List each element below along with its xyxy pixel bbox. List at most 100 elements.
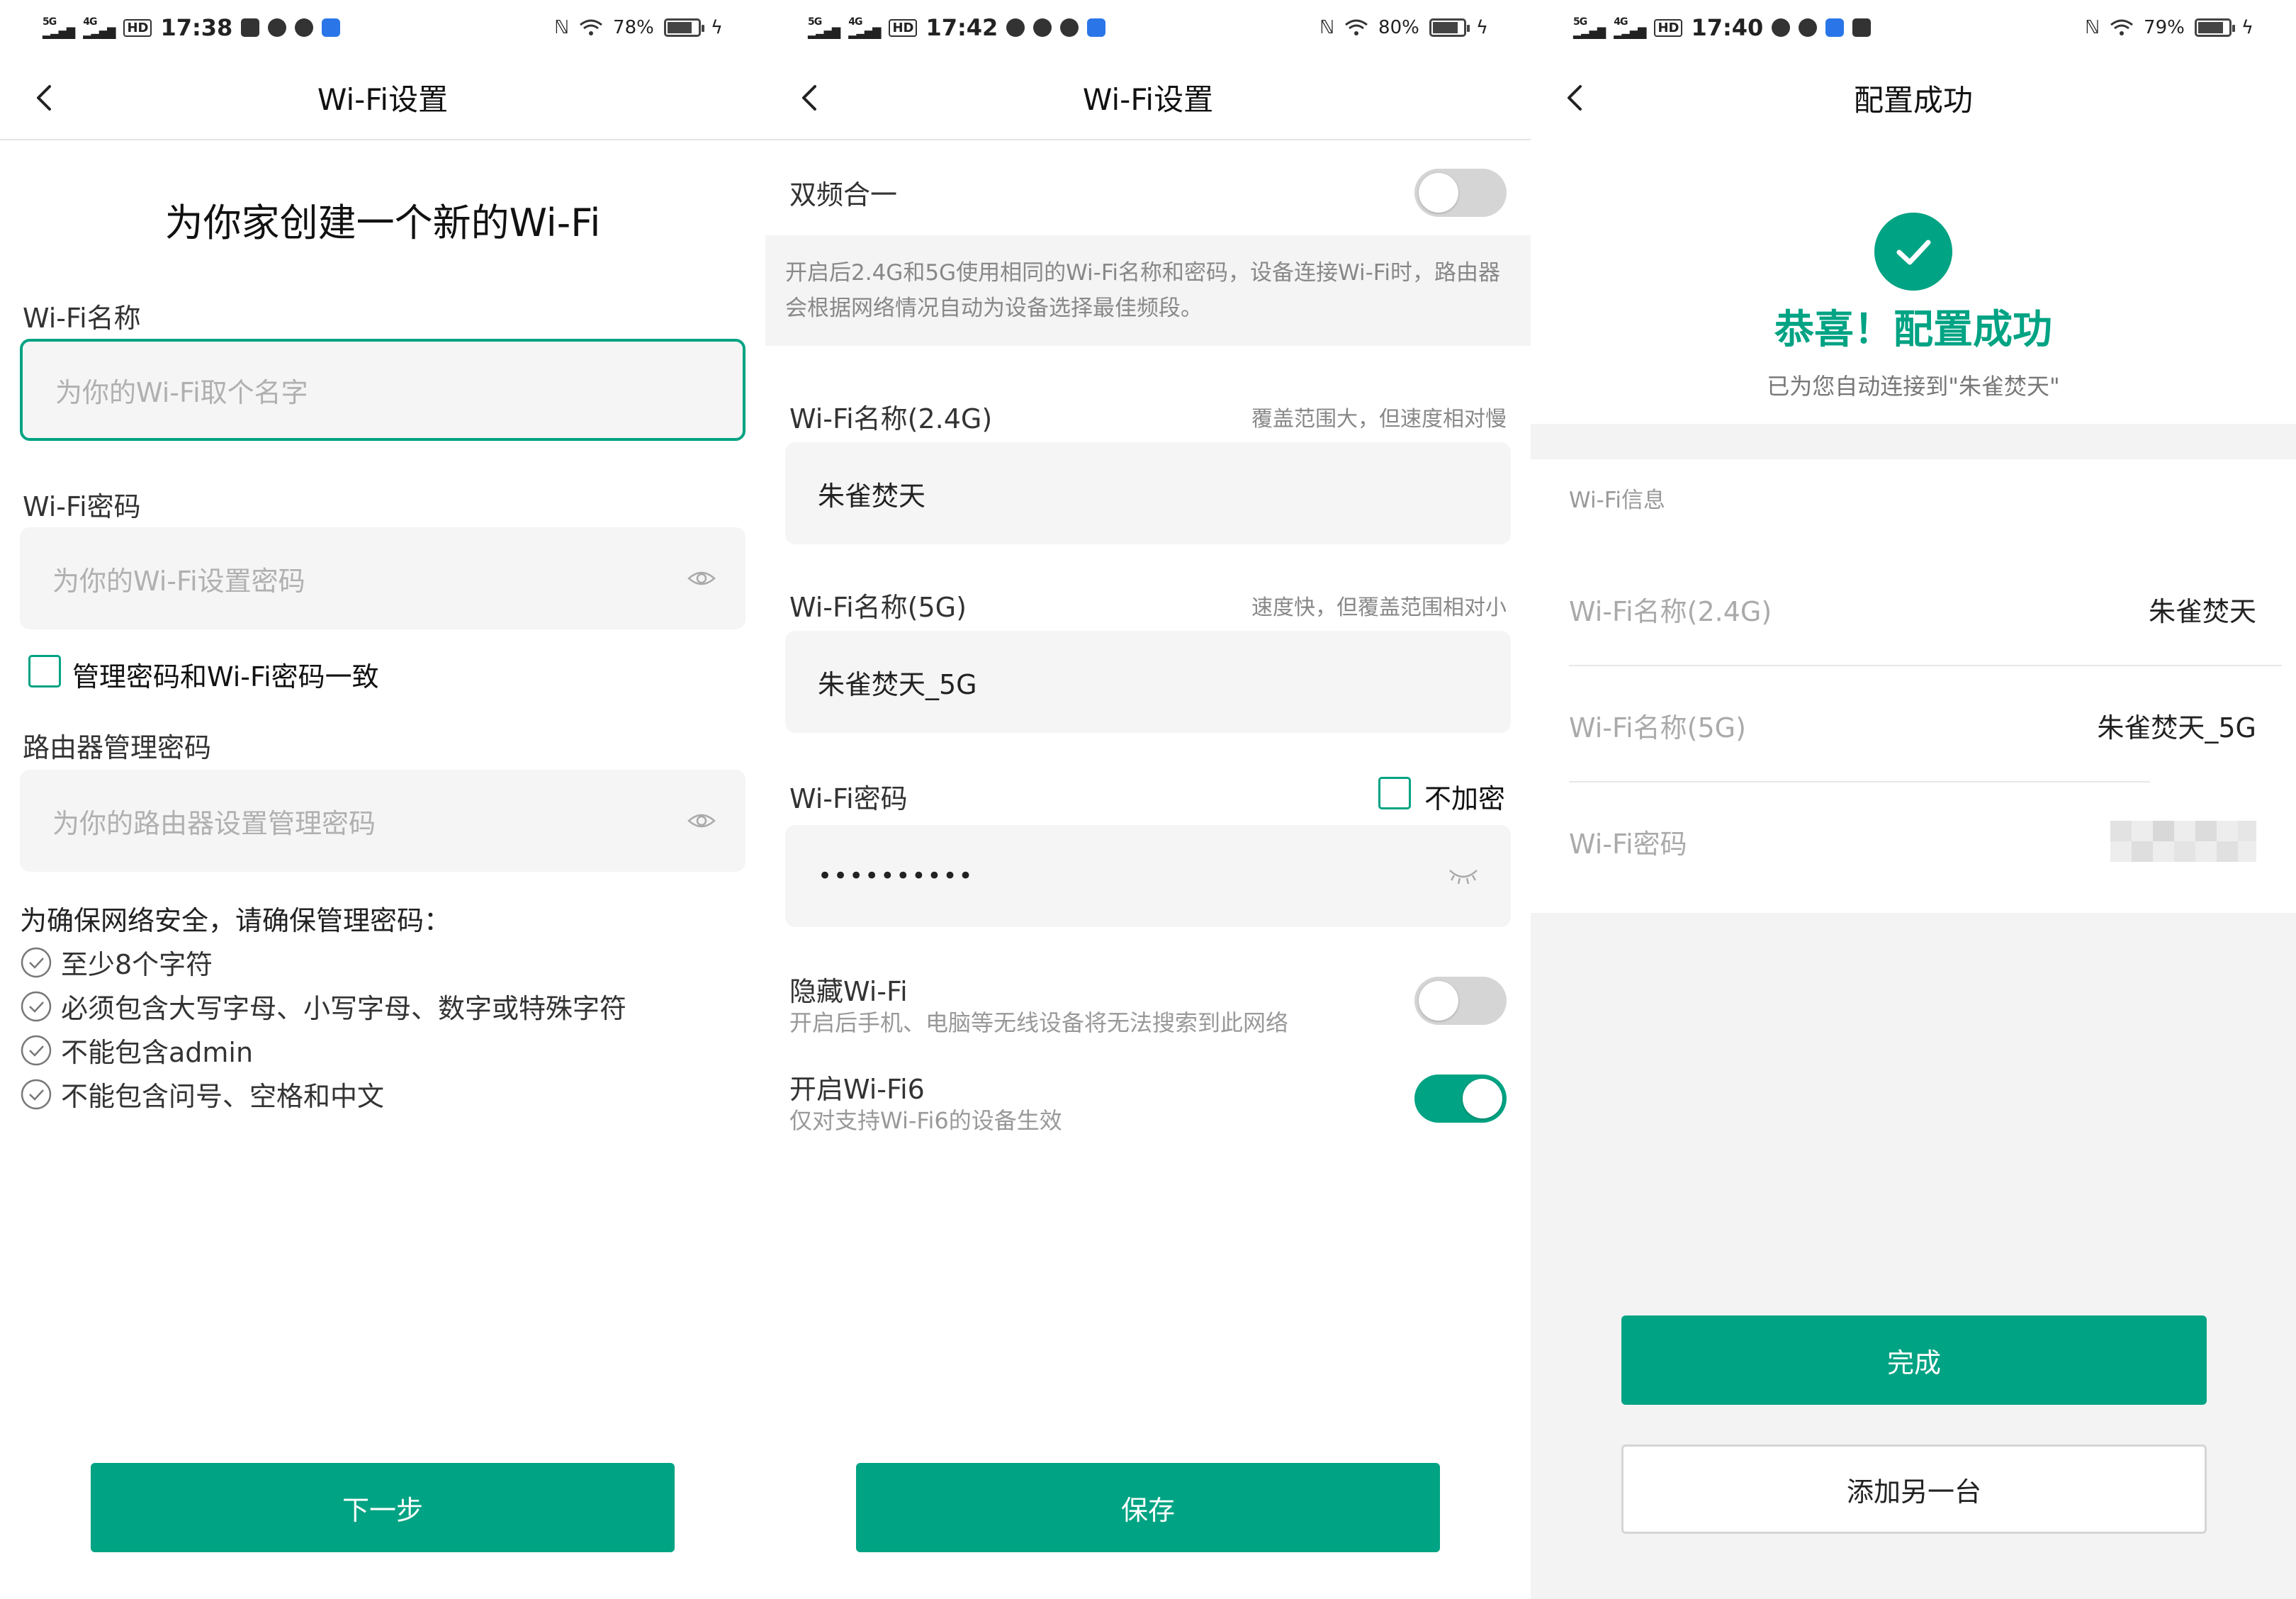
save-button[interactable]: 保存 bbox=[856, 1463, 1440, 1552]
status-bar: 5G ▂▃▅▇ 4G ▂▃▅▇ HD 17:40 ℕ 79% ϟ bbox=[1531, 0, 2296, 55]
wifi6-desc: 仅对支持Wi-Fi6的设备生效 bbox=[789, 1107, 1062, 1134]
back-arrow-icon[interactable] bbox=[791, 78, 831, 118]
signal-4g-icon: 4G ▂▃▅▇ bbox=[1614, 16, 1646, 39]
battery-icon bbox=[663, 18, 704, 37]
battery-percent: 79% bbox=[2144, 17, 2185, 38]
signal-5g-icon: 5G ▂▃▅▇ bbox=[43, 16, 75, 39]
battery-icon bbox=[2194, 18, 2235, 37]
wifi-24-input[interactable]: 朱雀焚天 bbox=[785, 442, 1511, 544]
rule-text: 不能包含admin bbox=[61, 1037, 254, 1068]
nav-bar: Wi-Fi设置 bbox=[0, 55, 765, 140]
eye-closed-icon[interactable] bbox=[1447, 866, 1480, 886]
nav-bar: Wi-Fi设置 bbox=[765, 55, 1531, 140]
check-circle-icon bbox=[21, 1079, 52, 1109]
hd-icon: HD bbox=[123, 18, 152, 37]
rule-text: 不能包含问号、空格和中文 bbox=[61, 1081, 385, 1112]
rule-item: 必须包含大写字母、小写字母、数字或特殊字符 bbox=[20, 987, 626, 1026]
eye-icon[interactable] bbox=[686, 563, 717, 594]
wifi-password-label: Wi-Fi密码 bbox=[789, 783, 908, 814]
success-subtitle: 已为您自动连接到"朱雀焚天" bbox=[1767, 373, 2060, 400]
dual-band-label: 双频合一 bbox=[789, 179, 898, 211]
status-bar: 5G ▂▃▅▇ 4G ▂▃▅▇ HD 17:38 ℕ 78% ϟ bbox=[0, 0, 765, 55]
battery-percent: 78% bbox=[613, 17, 654, 38]
wechat-icon bbox=[1006, 18, 1025, 37]
add-another-button[interactable]: 添加另一台 bbox=[1621, 1444, 2207, 1534]
back-arrow-icon[interactable] bbox=[26, 78, 65, 118]
page-title: Wi-Fi设置 bbox=[1082, 82, 1214, 117]
info-key: Wi-Fi名称(2.4G) bbox=[1569, 596, 1772, 627]
page-title: Wi-Fi设置 bbox=[317, 82, 449, 117]
toggle-knob bbox=[1419, 981, 1458, 1021]
info-key: Wi-Fi密码 bbox=[1569, 829, 1687, 860]
no-encrypt-label: 不加密 bbox=[1424, 783, 1506, 814]
nav-bar: 配置成功 bbox=[1531, 55, 2296, 140]
rule-text: 必须包含大写字母、小写字母、数字或特殊字符 bbox=[61, 993, 627, 1024]
divider bbox=[1569, 781, 2150, 782]
wifi-5-hint: 速度快，但覆盖范围相对小 bbox=[1251, 595, 1507, 620]
rule-text: 至少8个字符 bbox=[61, 949, 213, 980]
page-title: 配置成功 bbox=[1853, 82, 1973, 118]
screen-config-success: 5G ▂▃▅▇ 4G ▂▃▅▇ HD 17:40 ℕ 79% ϟ 配置成功 恭喜… bbox=[1531, 0, 2296, 1599]
wifi-password-input[interactable]: 为你的Wi-Fi设置密码 bbox=[20, 527, 745, 629]
wifi-name-placeholder: 为你的Wi-Fi取个名字 bbox=[55, 376, 308, 408]
app-icon bbox=[1825, 18, 1845, 37]
eye-icon[interactable] bbox=[686, 805, 717, 836]
admin-password-input[interactable]: 为你的路由器设置管理密码 bbox=[20, 770, 745, 872]
wifi-24-value: 朱雀焚天 bbox=[818, 480, 926, 512]
same-password-checkbox[interactable] bbox=[28, 655, 61, 688]
wifi-name-label: Wi-Fi名称 bbox=[23, 303, 141, 334]
wifi-24-hint: 覆盖范围大，但速度相对慢 bbox=[1251, 407, 1507, 432]
same-password-label: 管理密码和Wi-Fi密码一致 bbox=[72, 661, 379, 692]
info-value: 朱雀焚天 bbox=[2148, 596, 2256, 627]
message-icon bbox=[1772, 18, 1791, 37]
wifi-5-input[interactable]: 朱雀焚天_5G bbox=[785, 631, 1511, 733]
wifi6-label: 开启Wi-Fi6 bbox=[789, 1074, 925, 1105]
signal-5g-icon: 5G ▂▃▅▇ bbox=[808, 16, 840, 39]
wifi-password-input[interactable]: •••••••••• bbox=[785, 825, 1511, 927]
screen-wifi-settings: 5G ▂▃▅▇ 4G ▂▃▅▇ HD 17:42 ℕ 80% ϟ Wi-Fi设置 双… bbox=[765, 0, 1531, 1599]
wifi-icon bbox=[2110, 19, 2133, 35]
toggle-knob bbox=[1419, 173, 1458, 213]
check-circle-icon bbox=[21, 991, 52, 1021]
success-title: 恭喜！配置成功 bbox=[1774, 307, 2052, 353]
dual-band-desc: 开启后2.4G和5G使用相同的Wi-Fi名称和密码，设备连接Wi-Fi时，路由器… bbox=[785, 260, 1500, 321]
next-button[interactable]: 下一步 bbox=[91, 1463, 675, 1552]
done-button[interactable]: 完成 bbox=[1621, 1315, 2207, 1405]
info-value: 朱雀焚天_5G bbox=[2097, 712, 2256, 744]
heading: 为你家创建一个新的Wi-Fi bbox=[164, 201, 601, 245]
hide-wifi-label: 隐藏Wi-Fi bbox=[789, 976, 908, 1007]
wifi-info-title: Wi-Fi信息 bbox=[1569, 488, 1665, 513]
message-icon bbox=[1033, 18, 1052, 37]
battery-percent: 80% bbox=[1378, 17, 1419, 38]
wifi6-toggle[interactable] bbox=[1414, 1075, 1507, 1123]
rule-item: 不能包含问号、空格和中文 bbox=[20, 1075, 384, 1113]
hide-wifi-toggle[interactable] bbox=[1414, 977, 1507, 1025]
divider bbox=[1569, 665, 2282, 666]
masked-password-image bbox=[2110, 821, 2256, 862]
admin-password-label: 路由器管理密码 bbox=[23, 732, 212, 763]
charging-icon: ϟ bbox=[710, 17, 723, 38]
hd-icon: HD bbox=[889, 18, 918, 37]
signal-5g-icon: 5G ▂▃▅▇ bbox=[1573, 16, 1606, 39]
battery-level bbox=[667, 22, 692, 33]
message-icon bbox=[268, 18, 287, 37]
no-encrypt-checkbox[interactable] bbox=[1378, 777, 1411, 809]
rules-title: 为确保网络安全，请确保管理密码： bbox=[20, 905, 451, 936]
wifi-name-input[interactable]: 为你的Wi-Fi取个名字 bbox=[20, 339, 745, 441]
app-icon bbox=[322, 18, 341, 37]
wifi-5-label: Wi-Fi名称(5G) bbox=[789, 592, 967, 623]
nfc-icon: ℕ bbox=[554, 17, 570, 38]
hide-wifi-desc: 开启后手机、电脑等无线设备将无法搜索到此网络 bbox=[789, 1009, 1289, 1036]
wifi-24-label: Wi-Fi名称(2.4G) bbox=[789, 403, 993, 434]
app-icon bbox=[1087, 18, 1106, 37]
rule-item: 不能包含admin bbox=[20, 1031, 253, 1070]
app-notification-icon bbox=[241, 18, 260, 37]
wifi-password-value: •••••••••• bbox=[818, 862, 974, 890]
status-bar: 5G ▂▃▅▇ 4G ▂▃▅▇ HD 17:42 ℕ 80% ϟ bbox=[765, 0, 1531, 55]
signal-4g-icon: 4G ▂▃▅▇ bbox=[83, 16, 116, 39]
dual-band-toggle[interactable] bbox=[1414, 169, 1507, 217]
toggle-knob bbox=[1463, 1079, 1502, 1118]
battery-level bbox=[2197, 22, 2223, 33]
hd-icon: HD bbox=[1654, 18, 1683, 37]
back-arrow-icon[interactable] bbox=[1556, 78, 1596, 118]
